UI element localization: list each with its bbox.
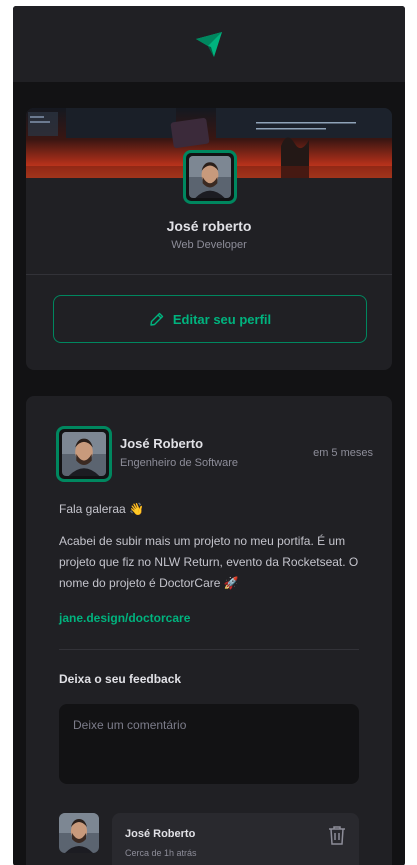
post-author-name: José Roberto <box>120 436 204 451</box>
divider <box>59 649 359 650</box>
profile-avatar <box>183 150 237 204</box>
pencil-icon <box>150 312 164 326</box>
comment-timestamp: Cerca de 1h atrás <box>125 848 197 858</box>
app-screen: José roberto Web Developer Editar seu pe… <box>13 6 405 865</box>
comment-author-name: José Roberto <box>125 828 196 840</box>
edit-profile-button[interactable]: Editar seu perfil <box>53 295 367 343</box>
trash-icon <box>329 826 345 845</box>
profile-role: Web Developer <box>171 239 247 251</box>
paper-plane-logo-icon <box>196 32 222 57</box>
edit-profile-label: Editar seu perfil <box>172 311 272 327</box>
post-paragraph: Fala galeraa 👋 <box>59 502 144 516</box>
profile-card: José roberto Web Developer Editar seu pe… <box>26 108 392 370</box>
person-photo-icon <box>62 432 106 476</box>
comment-input[interactable] <box>59 704 359 784</box>
comment-body: José Roberto Cerca de 1h atrás <box>112 813 359 865</box>
profile-name: José roberto <box>166 218 252 234</box>
person-photo-icon <box>189 156 231 198</box>
comment-item: José Roberto Cerca de 1h atrás <box>59 813 359 865</box>
post-card: José Roberto Engenheiro de Software em 5… <box>26 396 392 865</box>
comment-author-avatar[interactable] <box>59 813 99 853</box>
feedback-title: Deixa o seu feedback <box>59 672 182 686</box>
divider <box>26 274 392 275</box>
post-author-avatar[interactable] <box>56 426 112 482</box>
post-timestamp: em 5 meses <box>313 447 373 459</box>
post-author-role: Engenheiro de Software <box>120 457 239 469</box>
post-content: Fala galeraa 👋 Acabei de subir mais um p… <box>59 499 364 605</box>
post-paragraph: Acabei de subir mais um projeto no meu p… <box>59 534 359 590</box>
app-header <box>13 6 405 82</box>
post-link[interactable]: jane.design/doctorcare <box>59 611 190 625</box>
person-photo-icon <box>59 813 99 853</box>
delete-comment-button[interactable] <box>327 825 347 847</box>
